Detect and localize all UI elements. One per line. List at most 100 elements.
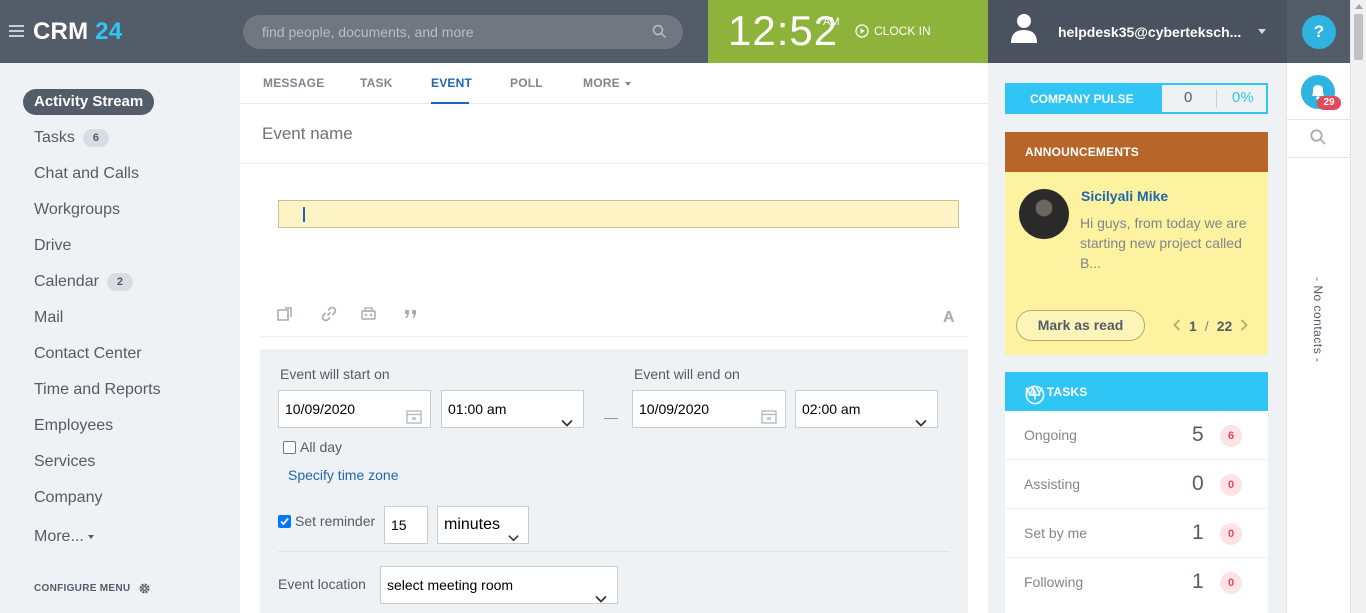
set-reminder-checkbox[interactable]: [278, 515, 291, 528]
attach-file-icon[interactable]: [277, 306, 295, 327]
right-sidebar: COMPANY PULSE 0 0% ANNOUNCEMENTS Sicilya…: [988, 63, 1286, 613]
menu-item-calendar[interactable]: Calendar 2: [34, 273, 133, 291]
active-tab-indicator: [431, 102, 469, 104]
video-icon[interactable]: [360, 306, 378, 327]
chevron-down-icon: [561, 404, 573, 440]
add-task-icon[interactable]: [1025, 385, 1254, 408]
end-time-select[interactable]: 02:00 am: [795, 390, 938, 428]
menu-item-drive[interactable]: Drive: [34, 237, 71, 255]
link-icon[interactable]: [321, 306, 337, 327]
menu-item-time-and-reports[interactable]: Time and Reports: [34, 381, 161, 399]
announcement-text[interactable]: Hi guys, from today we are starting new …: [1080, 213, 1260, 273]
search-input[interactable]: find people, documents, and more: [243, 15, 683, 49]
play-circle-icon: [855, 24, 869, 38]
tab-message[interactable]: MESSAGE: [263, 76, 324, 90]
tab-event[interactable]: EVENT: [431, 76, 472, 90]
form-tabs: MESSAGE TASK EVENT POLL MORE: [240, 63, 988, 104]
search-placeholder: find people, documents, and more: [262, 24, 474, 40]
pulse-value: 0: [1184, 89, 1193, 106]
chevron-left-icon[interactable]: [1173, 318, 1181, 334]
chevron-down-icon[interactable]: [1258, 29, 1266, 34]
company-pulse-widget[interactable]: COMPANY PULSE 0 0%: [1005, 83, 1268, 114]
scrollbar-thumb[interactable]: [1354, 14, 1363, 60]
tab-more[interactable]: MORE: [583, 76, 631, 90]
gear-icon: [139, 583, 150, 594]
task-row-assisting[interactable]: Assisting 0 0: [1005, 460, 1268, 509]
menu-item-services[interactable]: Services: [34, 453, 95, 471]
user-menu[interactable]: helpdesk35@cyberteksch...: [988, 0, 1286, 63]
task-row-set-by-me[interactable]: Set by me 1 0: [1005, 509, 1268, 558]
calendar-icon[interactable]: [761, 401, 777, 437]
reminder-value-input[interactable]: 15: [384, 506, 428, 544]
announcements-widget: ANNOUNCEMENTS Sicilyali Mike Hi guys, fr…: [1005, 132, 1268, 355]
start-date-field[interactable]: 10/09/2020: [278, 390, 431, 428]
event-name-input[interactable]: Event name: [262, 124, 353, 144]
task-badge: 0: [1220, 572, 1242, 594]
menu-item-mail[interactable]: Mail: [34, 309, 63, 327]
clock-widget[interactable]: 12:52 AM CLOCK IN: [708, 0, 988, 63]
menu-item-tasks[interactable]: Tasks 6: [34, 129, 109, 147]
specify-time-zone-link[interactable]: Specify time zone: [288, 467, 399, 483]
help-area: ?: [1286, 0, 1350, 63]
clock-in-button[interactable]: CLOCK IN: [855, 24, 931, 38]
event-settings-panel: Event will start on Event will end on 10…: [260, 349, 968, 613]
start-time-select[interactable]: 01:00 am: [441, 390, 584, 428]
task-row-following[interactable]: Following 1 0: [1005, 558, 1268, 607]
menu-item-more[interactable]: More...: [34, 528, 94, 546]
text-format-button[interactable]: A: [943, 309, 955, 327]
quote-icon[interactable]: [404, 306, 418, 325]
event-location-label: Event location: [278, 576, 366, 592]
page-scrollbar[interactable]: [1350, 0, 1366, 613]
event-description-editor[interactable]: [278, 200, 959, 228]
left-menu: Activity Stream Tasks 6 Chat and Calls Wo…: [0, 63, 240, 613]
clock-time: 12:52: [728, 7, 839, 54]
chevron-right-icon[interactable]: [1240, 318, 1249, 334]
task-badge: 0: [1220, 523, 1242, 545]
scroll-up-arrow-icon[interactable]: [1355, 4, 1363, 9]
divider: [240, 163, 988, 164]
event-location-select[interactable]: select meeting room: [380, 566, 618, 604]
task-badge: 0: [1220, 474, 1242, 496]
end-label: Event will end on: [634, 366, 740, 382]
tab-task[interactable]: TASK: [360, 76, 393, 90]
menu-item-activity-stream[interactable]: Activity Stream: [23, 89, 155, 115]
reminder-unit-select[interactable]: minutes: [437, 506, 529, 544]
divider: [1287, 119, 1350, 120]
avatar[interactable]: [1019, 189, 1069, 239]
announcement-author[interactable]: Sicilyali Mike: [1081, 188, 1168, 204]
menu-item-employees[interactable]: Employees: [34, 417, 113, 435]
configure-menu-button[interactable]: CONFIGURE MENU: [34, 582, 151, 595]
all-day-checkbox[interactable]: [283, 441, 296, 454]
end-date-field[interactable]: 10/09/2020: [632, 390, 786, 428]
chevron-down-icon: [595, 580, 607, 613]
pager-current: 1: [1189, 318, 1197, 334]
help-button[interactable]: ?: [1302, 15, 1336, 49]
logo[interactable]: CRM 24: [33, 18, 122, 46]
company-pulse-title: COMPANY PULSE: [1030, 92, 1134, 106]
menu-toggle-icon[interactable]: [9, 25, 24, 37]
pulse-percent: 0%: [1232, 89, 1254, 106]
menu-item-company[interactable]: Company: [34, 489, 102, 507]
company-pulse-values: 0 0%: [1162, 85, 1266, 112]
all-day-label: All day: [300, 439, 343, 455]
divider: [260, 336, 968, 337]
menu-item-contact-center[interactable]: Contact Center: [34, 345, 142, 363]
menu-item-workgroups[interactable]: Workgroups: [34, 201, 120, 219]
search-icon[interactable]: [652, 24, 667, 44]
mark-as-read-button[interactable]: Mark as read: [1016, 310, 1145, 341]
tasks-count-badge: 6: [82, 129, 109, 147]
contacts-sidebar: 29 - No contacts -: [1286, 63, 1350, 613]
task-badge: 6: [1220, 425, 1242, 447]
my-tasks-header: MY TASKS: [1005, 372, 1268, 411]
search-icon[interactable]: [1309, 128, 1327, 151]
chevron-down-icon: [624, 81, 631, 86]
date-range-dash: —: [604, 409, 618, 425]
my-tasks-widget: MY TASKS Ongoing 5 6 Assisting 0 0 Set by me…: [1005, 372, 1268, 613]
tab-poll[interactable]: POLL: [510, 76, 543, 90]
notifications-count-badge: 29: [1317, 96, 1341, 110]
calendar-icon[interactable]: [406, 401, 422, 437]
task-row-ongoing[interactable]: Ongoing 5 6: [1005, 411, 1268, 460]
user-email: helpdesk35@cyberteksch...: [1058, 24, 1242, 40]
menu-item-chat-and-calls[interactable]: Chat and Calls: [34, 165, 139, 183]
start-label: Event will start on: [280, 366, 390, 382]
